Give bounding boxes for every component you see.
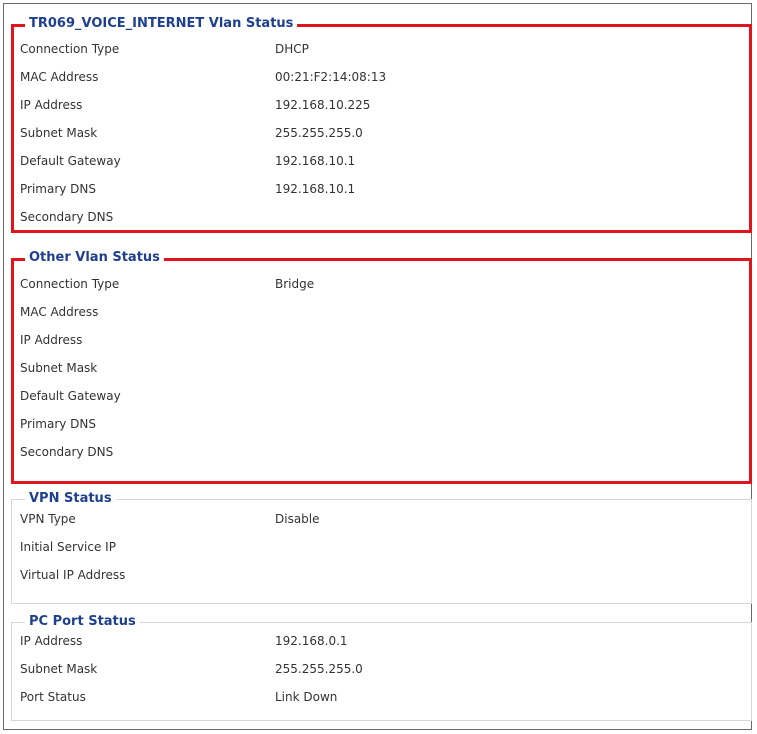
section-title: Other Vlan Status (25, 250, 164, 266)
row-label: Connection Type (20, 277, 120, 291)
row-label: Default Gateway (20, 389, 121, 403)
row-label: Primary DNS (20, 182, 97, 196)
status-row-secondary-dns: Secondary DNS (20, 207, 752, 227)
status-row-connection-type: Connection Type Bridge (20, 274, 752, 294)
status-row-connection-type: Connection Type DHCP (20, 39, 752, 59)
row-label: Secondary DNS (20, 210, 114, 224)
row-label: Port Status (20, 690, 86, 704)
section-title: PC Port Status (25, 614, 140, 630)
status-row-default-gateway: Default Gateway (20, 386, 752, 406)
status-row-subnet-mask: Subnet Mask 255.255.255.0 (20, 659, 752, 679)
row-value: Bridge (275, 277, 315, 291)
row-value: 00:21:F2:14:08:13 (275, 70, 387, 84)
row-value: 192.168.10.1 (275, 182, 356, 196)
vpn-status-section: VPN Status VPN Type Disable Initial Serv… (11, 491, 752, 604)
row-value: Link Down (275, 690, 338, 704)
row-label: Primary DNS (20, 417, 97, 431)
other-vlan-status-section: Other Vlan Status Connection Type Bridge… (11, 250, 752, 484)
status-row-subnet-mask: Subnet Mask 255.255.255.0 (20, 123, 752, 143)
status-row-primary-dns: Primary DNS 192.168.10.1 (20, 179, 752, 199)
row-label: VPN Type (20, 512, 76, 526)
row-value: 255.255.255.0 (275, 126, 363, 140)
row-value: 192.168.10.225 (275, 98, 371, 112)
row-label: Initial Service IP (20, 540, 116, 554)
row-value: Disable (275, 512, 320, 526)
status-row-primary-dns: Primary DNS (20, 414, 752, 434)
status-row-ip-address: IP Address (20, 330, 752, 350)
status-row-secondary-dns: Secondary DNS (20, 442, 752, 462)
row-value: 192.168.0.1 (275, 634, 348, 648)
row-value: DHCP (275, 42, 309, 56)
section-title: TR069_VOICE_INTERNET Vlan Status (25, 16, 298, 32)
section-title: VPN Status (25, 491, 116, 507)
row-label: Subnet Mask (20, 361, 98, 375)
status-row-vpn-type: VPN Type Disable (20, 509, 752, 529)
status-row-initial-service-ip: Initial Service IP (20, 537, 752, 557)
row-label: IP Address (20, 98, 83, 112)
pc-port-status-section: PC Port Status IP Address 192.168.0.1 Su… (11, 614, 752, 721)
row-label: Secondary DNS (20, 445, 114, 459)
row-value: 192.168.10.1 (275, 154, 356, 168)
status-row-ip-address: IP Address 192.168.10.225 (20, 95, 752, 115)
status-row-virtual-ip-address: Virtual IP Address (20, 565, 752, 585)
row-label: IP Address (20, 333, 83, 347)
row-label: Subnet Mask (20, 662, 98, 676)
status-row-mac-address: MAC Address 00:21:F2:14:08:13 (20, 67, 752, 87)
row-label: Subnet Mask (20, 126, 98, 140)
row-label: MAC Address (20, 70, 99, 84)
tr069-vlan-status-section: TR069_VOICE_INTERNET Vlan Status Connect… (11, 16, 752, 233)
row-label: Default Gateway (20, 154, 121, 168)
status-row-port-status: Port Status Link Down (20, 687, 752, 707)
row-value: 255.255.255.0 (275, 662, 363, 676)
row-label: MAC Address (20, 305, 99, 319)
status-row-default-gateway: Default Gateway 192.168.10.1 (20, 151, 752, 171)
status-row-subnet-mask: Subnet Mask (20, 358, 752, 378)
status-row-ip-address: IP Address 192.168.0.1 (20, 631, 752, 651)
row-label: Connection Type (20, 42, 120, 56)
row-label: IP Address (20, 634, 83, 648)
row-label: Virtual IP Address (20, 568, 126, 582)
status-row-mac-address: MAC Address (20, 302, 752, 322)
